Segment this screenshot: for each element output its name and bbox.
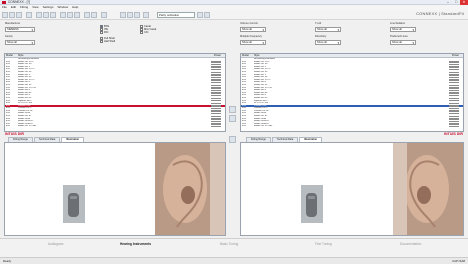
row-style: BTE [6, 125, 11, 128]
left-instrument-list[interactable]: Model Style Power No Hearing Instrument B… [4, 53, 226, 132]
nav-audiogram[interactable]: Audiogram [48, 242, 63, 246]
copy-right-icon[interactable] [229, 106, 236, 113]
style-group-1: BTE ITE RIC [100, 25, 109, 34]
connect-icon[interactable] [74, 12, 80, 18]
settings-icon[interactable] [204, 12, 210, 18]
volume-dropdown[interactable]: Show all [240, 27, 266, 32]
style-ric-checkbox[interactable]: RIC [100, 31, 109, 34]
nav-hearing-instruments[interactable]: Hearing Instruments [120, 242, 151, 246]
status-bar: Ready CAP NUM [0, 257, 468, 264]
row-style: BTE [242, 125, 247, 128]
right-instrument-name: INTUIS DIR [444, 132, 463, 136]
left-illustration [63, 143, 225, 235]
print-icon[interactable] [26, 12, 32, 18]
directivity-label: Directivity [315, 35, 327, 38]
save-icon[interactable] [16, 12, 22, 18]
left-rows: No Hearing Instrument BTE Motion 101 XS PB… [5, 58, 225, 128]
power-bar [449, 126, 459, 128]
edit-icon[interactable] [197, 12, 203, 18]
volume-label: Volume Control [240, 22, 258, 25]
left-instrument-name: INTUIS DIR [5, 132, 24, 136]
instrument-icon[interactable] [50, 12, 56, 18]
right-illustration-panel [240, 142, 464, 236]
swap-icon[interactable] [229, 136, 236, 143]
style-group-2: Full Shell Half Shell [100, 37, 115, 43]
copy-left-icon[interactable] [229, 115, 236, 122]
right-illustration [301, 143, 463, 235]
nav-basic-tuning[interactable]: Basic Tuning [220, 242, 238, 246]
left-illustration-panel [4, 142, 226, 236]
audiogram-icon[interactable] [43, 12, 49, 18]
power-bar [211, 126, 221, 128]
instrument-row[interactable]: BTE Motion 101 XCL AG [241, 125, 463, 128]
preference-dropdown[interactable]: Show all [390, 40, 416, 45]
instrument-row[interactable]: BTE Motion 101 XCL AG [5, 125, 225, 128]
program-select[interactable]: Partly ordination [157, 12, 195, 18]
toolbar [0, 10, 468, 20]
undo-icon[interactable] [84, 12, 90, 18]
product-name: CONNEXX | StandardFit [416, 11, 464, 16]
right-rows: No Hearing Instrument BTE Motion 101 XS PB… [241, 58, 463, 128]
app-icon [2, 1, 6, 4]
style-halfshell-checkbox[interactable]: Half Shell [100, 40, 115, 43]
status-text: Ready [3, 259, 12, 263]
right-ear-icon[interactable] [127, 12, 133, 18]
line-dropdown[interactable]: Show all [390, 27, 416, 32]
row-model: Motion 101 XCL AG [18, 125, 37, 128]
directivity-dropdown[interactable]: Show all [315, 40, 341, 45]
family-dropdown[interactable]: Show all [5, 40, 35, 45]
status-indicators: CAP NUM [452, 259, 465, 263]
preference-label: Preferred Lines [390, 35, 408, 38]
help-icon[interactable] [101, 12, 107, 18]
wireless-icon[interactable] [67, 12, 73, 18]
redo-icon[interactable] [91, 12, 97, 18]
open-icon[interactable] [9, 12, 15, 18]
style-cic-checkbox[interactable]: CIC [140, 31, 156, 34]
nav-documentation[interactable]: Documentation [400, 242, 421, 246]
line-label: Line Relation [390, 22, 406, 25]
left-ear-icon[interactable] [120, 12, 126, 18]
nav-fine-tuning[interactable]: Fine Tuning [315, 242, 332, 246]
patient-icon[interactable] [36, 12, 42, 18]
manufacturer-label: Manufacturer [5, 22, 21, 25]
frequency-label: Multiple Frequency [240, 35, 262, 38]
new-icon[interactable] [2, 12, 8, 18]
frequency-dropdown[interactable]: Show all [240, 40, 266, 45]
row-model: Motion 101 XCL AG [254, 125, 273, 128]
tcoil-label: T-coil [315, 22, 322, 25]
family-label: Family [5, 35, 13, 38]
binaural-icon[interactable] [134, 12, 140, 18]
tcoil-dropdown[interactable]: Show all [315, 27, 341, 32]
manufacturer-dropdown[interactable]: SIEMENS [5, 27, 35, 32]
right-instrument-list[interactable]: Model Style Power No Hearing Instrument B… [240, 53, 464, 132]
program-icon[interactable] [60, 12, 66, 18]
style-group-3: Canal Mini Canal CIC [140, 25, 156, 34]
workflow-navigation: Audiogram Hearing Instruments Basic Tuni… [0, 238, 468, 258]
mute-icon[interactable] [143, 12, 149, 18]
